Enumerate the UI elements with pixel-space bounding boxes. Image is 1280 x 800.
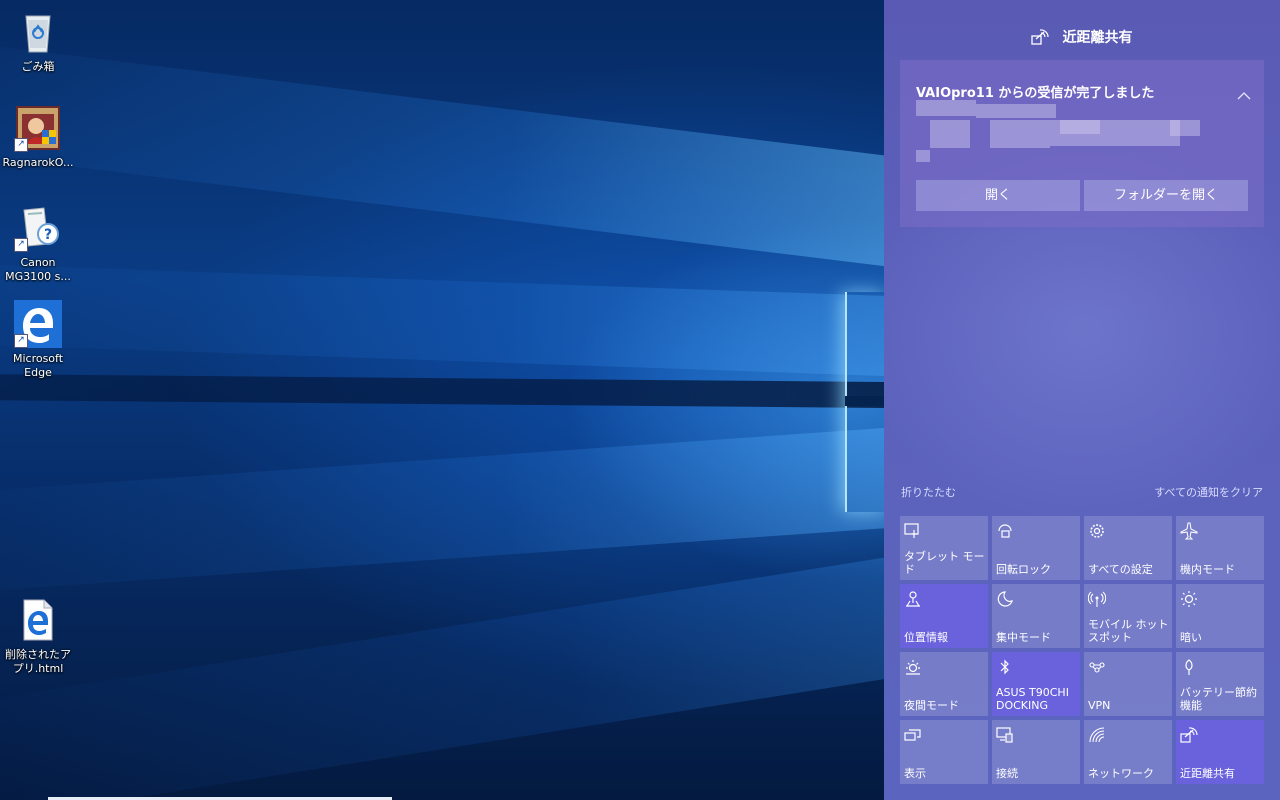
tile-label: VPN	[1088, 699, 1111, 712]
desktop-icon-label: 削除されたアプリ.html	[5, 648, 71, 675]
tile-label: 夜間モード	[904, 699, 959, 712]
wallpaper-light-beam	[0, 261, 884, 380]
tile-label: 近距離共有	[1180, 767, 1235, 780]
tile-battery-saver[interactable]: バッテリー節約機能	[1176, 652, 1264, 716]
tile-rotation-lock[interactable]: 回転ロック	[992, 516, 1080, 580]
desktop-wallpaper: ごみ箱 ↗ RagnarokO... ? ↗ Canon MG3100 s...…	[0, 0, 884, 800]
tile-label: モバイル ホットスポット	[1088, 618, 1169, 644]
html-file-icon	[14, 596, 62, 644]
bluetooth-icon	[996, 658, 1014, 676]
tile-label: 位置情報	[904, 631, 948, 644]
project-icon	[904, 726, 922, 744]
tile-label: すべての設定	[1088, 563, 1153, 576]
desktop-icon-edge[interactable]: ↗ Microsoft Edge	[0, 300, 76, 380]
hotspot-icon	[1088, 590, 1106, 608]
notification-card[interactable]: VAIOpro11 からの受信が完了しました 開く フォルダーを開く	[900, 60, 1264, 227]
vpn-icon	[1088, 658, 1106, 676]
tile-night-light[interactable]: 夜間モード	[900, 652, 988, 716]
tile-network[interactable]: ネットワーク	[1084, 720, 1172, 784]
tile-label: 集中モード	[996, 631, 1051, 644]
desktop-icon-label: Microsoft Edge	[12, 352, 64, 379]
collapse-link[interactable]: 折りたたむ	[901, 484, 956, 500]
tile-airplane-mode[interactable]: 機内モード	[1176, 516, 1264, 580]
open-folder-button[interactable]: フォルダーを開く	[1084, 180, 1248, 211]
rotation-lock-icon	[996, 522, 1014, 540]
tile-connect[interactable]: 接続	[992, 720, 1080, 784]
tile-focus-assist[interactable]: 集中モード	[992, 584, 1080, 648]
settings-gear-icon	[1088, 522, 1106, 540]
desktop-icon-label: Canon MG3100 s...	[5, 256, 71, 283]
nearby-share-icon	[1180, 726, 1198, 744]
tile-label: 接続	[996, 767, 1018, 780]
moon-icon	[996, 590, 1014, 608]
recycle-bin-icon	[14, 8, 62, 56]
shortcut-arrow-icon: ↗	[14, 138, 28, 152]
desktop-icon-label: ごみ箱	[21, 60, 55, 73]
tile-label: 回転ロック	[996, 563, 1051, 576]
tile-label: 機内モード	[1180, 563, 1235, 576]
tile-brightness[interactable]: 暗い	[1176, 584, 1264, 648]
tile-all-settings[interactable]: すべての設定	[1084, 516, 1172, 580]
nearby-share-icon	[1031, 28, 1050, 45]
network-icon	[1088, 726, 1106, 744]
tablet-mode-icon	[904, 522, 922, 540]
brightness-icon	[1180, 590, 1198, 608]
notification-title: VAIOpro11 からの受信が完了しました	[916, 86, 1155, 101]
tile-bluetooth[interactable]: ASUS T90CHI DOCKING	[992, 652, 1080, 716]
tile-tablet-mode[interactable]: タブレット モード	[900, 516, 988, 580]
canon-printer-help-icon: ? ↗	[14, 204, 62, 252]
action-center-header: 近距離共有	[884, 26, 1280, 52]
wallpaper-light-beam	[0, 36, 884, 280]
battery-saver-icon	[1180, 658, 1198, 676]
action-center-title: 近距離共有	[1062, 29, 1133, 46]
tile-mobile-hotspot[interactable]: モバイル ホットスポット	[1084, 584, 1172, 648]
desktop-icon-recycle-bin[interactable]: ごみ箱	[0, 8, 76, 74]
desktop-icon-ragnarok[interactable]: ↗ RagnarokO...	[0, 104, 76, 170]
shortcut-arrow-icon: ↗	[14, 334, 28, 348]
airplane-icon	[1180, 522, 1198, 540]
tile-label: ASUS T90CHI DOCKING	[996, 686, 1069, 712]
ragnarok-app-icon: ↗	[14, 104, 62, 152]
svg-text:?: ?	[44, 227, 52, 243]
connect-icon	[996, 726, 1014, 744]
tile-label: タブレット モード	[904, 550, 985, 576]
tile-vpn[interactable]: VPN	[1084, 652, 1172, 716]
tile-label: バッテリー節約機能	[1180, 686, 1257, 712]
clear-all-notifications-link[interactable]: すべての通知をクリア	[1154, 484, 1263, 500]
quick-actions-grid: タブレット モード 回転ロック すべての設定 機内モード 位置情報 集中モード …	[900, 516, 1266, 784]
tile-nearby-sharing[interactable]: 近距離共有	[1176, 720, 1264, 784]
shortcut-arrow-icon: ↗	[14, 238, 28, 252]
tile-label: 暗い	[1180, 631, 1202, 644]
desktop-icon-html-file[interactable]: 削除されたアプリ.html	[0, 596, 76, 676]
wallpaper-shadow-beam	[0, 373, 884, 409]
night-light-icon	[904, 658, 922, 676]
open-button[interactable]: 開く	[916, 180, 1080, 211]
chevron-up-icon[interactable]	[1236, 90, 1252, 102]
tile-label: 表示	[904, 767, 926, 780]
action-center-panel: 近距離共有 VAIOpro11 からの受信が完了しました 開く フォルダーを開く…	[884, 0, 1280, 800]
edge-icon: ↗	[14, 300, 62, 348]
desktop-icon-label: RagnarokO...	[2, 156, 74, 169]
tile-label: ネットワーク	[1088, 767, 1154, 780]
desktop-icon-canon[interactable]: ? ↗ Canon MG3100 s...	[0, 204, 76, 284]
tile-project[interactable]: 表示	[900, 720, 988, 784]
windows-logo-gap	[845, 396, 884, 406]
wallpaper-light-beam	[0, 420, 884, 597]
tile-location[interactable]: 位置情報	[900, 584, 988, 648]
location-icon	[904, 590, 922, 608]
